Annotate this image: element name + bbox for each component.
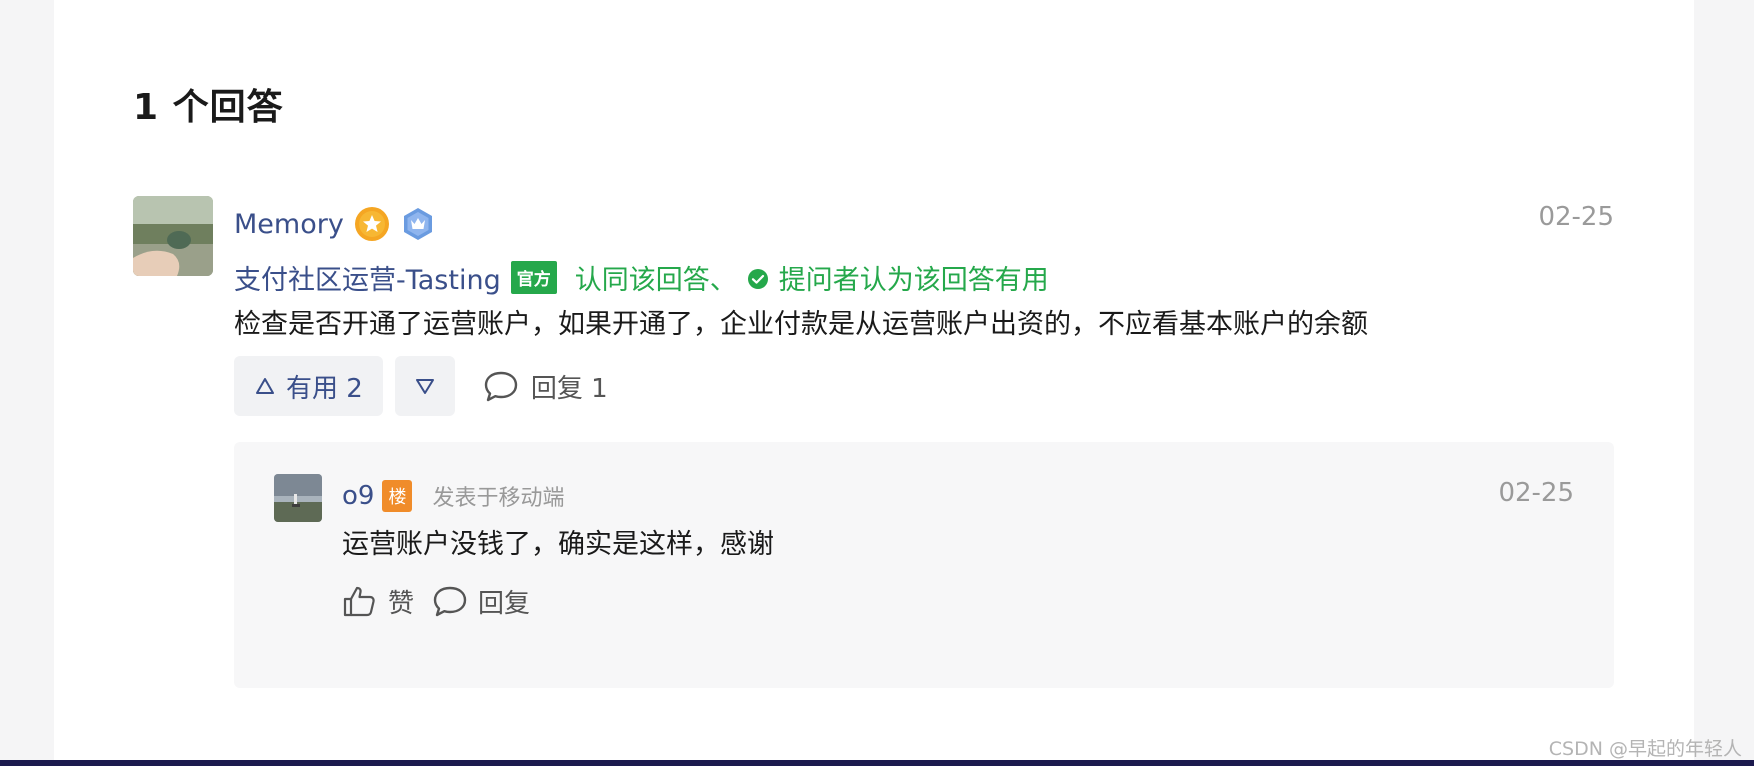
reply-button[interactable]: 回复 (432, 583, 530, 620)
reply-label: 回复 (478, 588, 531, 619)
author-avatar[interactable] (133, 196, 213, 276)
reply-author-avatar[interactable] (274, 474, 322, 522)
up-triangle-icon (256, 378, 274, 394)
reply-count-label: 回复 1 (530, 373, 608, 404)
answers-count-title: 1 个回答 (133, 87, 284, 128)
answer-content: 检查是否开通了运营账户，如果开通了，企业付款是从运营账户出资的，不应看基本账户的… (234, 309, 1368, 340)
thumbs-up-icon (343, 586, 375, 617)
blue-crown-badge-icon (400, 206, 436, 242)
comment-icon (484, 371, 518, 402)
author-row: Memory (234, 202, 436, 246)
gold-star-badge-icon (354, 206, 390, 242)
official-tag: 官方 (510, 260, 557, 294)
like-button[interactable]: 赞 (342, 583, 414, 620)
not-useful-button[interactable] (394, 356, 455, 416)
endorser-name[interactable]: 支付社区运营-Tasting (234, 258, 501, 297)
useful-label: 有用 2 (286, 373, 363, 404)
check-circle-icon (747, 266, 769, 289)
reply-head: o9 楼 发表于移动端 (342, 476, 564, 516)
accepted-text: 提问者认为该回答有用 (778, 264, 1049, 296)
bottom-bar (0, 760, 1754, 766)
reply-count-button[interactable]: 回复 1 (483, 368, 608, 405)
comment-icon (433, 586, 467, 617)
reply-actions: 赞 回复 (342, 576, 538, 626)
endorse-row: 支付社区运营-Tasting 官方 认同该回答、 提问者认为该回答有用 (234, 258, 1049, 296)
like-label: 赞 (388, 588, 415, 619)
answer-date: 02-25 (1538, 202, 1614, 232)
reply-box: o9 楼 发表于移动端 02-25 运营账户没钱了，确实是这样，感谢 赞 回复 (234, 442, 1614, 688)
answer-actions: 有用 2 回复 1 (234, 356, 608, 416)
reply-date: 02-25 (1498, 478, 1574, 508)
reply-author-name[interactable]: o9 (342, 481, 374, 511)
watermark: CSDN @早起的年轻人 (1548, 738, 1742, 760)
useful-button[interactable]: 有用 2 (234, 356, 383, 416)
endorse-text: 认同该回答、 (574, 264, 737, 296)
floor-tag: 楼 (382, 480, 413, 512)
answer-card: 1 个回答 Memory 02-25 支付社区运营-Tasting 官方 认同该… (54, 0, 1694, 760)
down-triangle-icon (415, 379, 434, 394)
author-name[interactable]: Memory (234, 209, 344, 240)
reply-source: 发表于移动端 (432, 486, 565, 511)
reply-content: 运营账户没钱了，确实是这样，感谢 (342, 529, 774, 560)
